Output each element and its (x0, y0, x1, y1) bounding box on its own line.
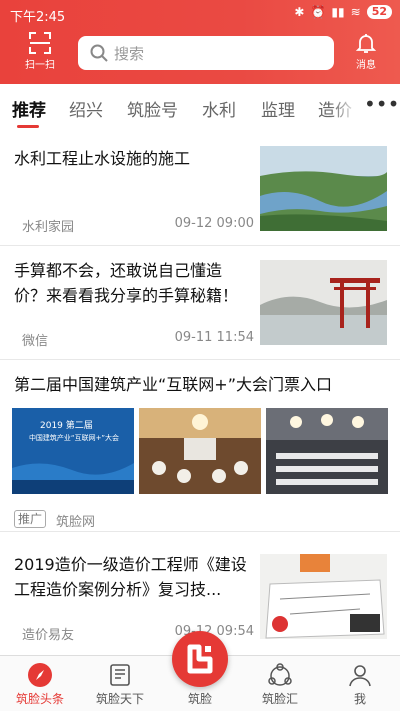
news-feed: 水利工程止水设施的施工 水利家园 09-12 09:00 手算都不会，还敢说自己… (0, 132, 400, 655)
item-source: 筑脸网 (56, 515, 96, 530)
promo-image-hall-1 (139, 408, 261, 494)
nav-profile[interactable]: 我 (320, 662, 400, 707)
list-item[interactable]: 第二届中国建筑产业“互联网+”大会门票入口 2019 第二届 中国建筑产业“互联… (0, 360, 400, 532)
list-item[interactable]: 水利工程止水设施的施工 水利家园 09-12 09:00 (0, 132, 400, 246)
scan-button[interactable]: 扫一扫 (18, 32, 62, 71)
category-tabs: 推荐 绍兴 筑脸号 水利 监理 造价 ••• (0, 84, 400, 130)
more-tabs-icon[interactable]: ••• (364, 94, 399, 120)
bluetooth-icon: ✱ (294, 5, 305, 19)
promo-image-poster: 2019 第二届 中国建筑产业“互联网+”大会 (12, 408, 134, 494)
center-action-button[interactable] (172, 631, 228, 687)
tab-zhulian-account[interactable]: 筑脸号 (127, 96, 178, 121)
active-tab-indicator (17, 125, 39, 128)
message-label: 消息 (356, 60, 376, 71)
alarm-icon: ⏰ (310, 5, 326, 19)
list-item[interactable]: 手算都不会，还敢说自己懂造价？来看看我分享的手算秘籍！ 微信 09-11 11:… (0, 246, 400, 360)
search-placeholder: 搜索 (114, 44, 145, 63)
status-icons: ✱ ⏰ ▮▮ ≋ 52 (294, 5, 392, 19)
wifi-icon: ≋ (350, 5, 361, 19)
tab-fade (330, 84, 360, 130)
bell-icon (355, 34, 377, 53)
top-header: 下午2:45 ✱ ⏰ ▮▮ ≋ 52 扫一扫 搜索 消息 (0, 0, 400, 84)
nav-label: 我 (353, 692, 366, 706)
item-source: 水利家园 (22, 220, 75, 235)
banquet-hall-image (139, 408, 261, 494)
tab-supervision[interactable]: 监理 (261, 96, 295, 121)
search-icon (90, 44, 108, 62)
news-icon (110, 664, 130, 686)
nav-hub[interactable]: 筑脸汇 (240, 662, 320, 707)
item-thumbnail (260, 146, 387, 231)
battery-indicator: 52 (366, 5, 392, 19)
tab-water[interactable]: 水利 (202, 96, 236, 121)
nav-label: 筑脸头条 (15, 692, 64, 706)
tab-shaoxing[interactable]: 绍兴 (69, 96, 103, 121)
nav-world[interactable]: 筑脸天下 (80, 662, 160, 707)
nav-label: 筑脸汇 (261, 692, 298, 706)
nav-center-label: 筑脸 (187, 692, 212, 706)
conference-hall-image (266, 408, 388, 494)
search-input[interactable]: 搜索 (78, 36, 334, 70)
torii-gate-image (260, 260, 387, 345)
promo-badge: 推广 (14, 510, 47, 528)
promo-image-hall-2 (266, 408, 388, 494)
item-source: 微信 (22, 334, 49, 349)
poster-title: 2019 第二届 (40, 421, 93, 431)
item-title: 2019造价一级造价工程师《建设工程造价案例分析》复习技... (14, 555, 247, 599)
scan-label: 扫一扫 (25, 60, 55, 71)
item-date: 09-12 09:00 (174, 216, 254, 231)
nav-headlines[interactable]: 筑脸头条 (0, 662, 80, 707)
message-button[interactable]: 消息 (346, 32, 386, 71)
logo-icon (187, 644, 213, 674)
network-icon (268, 663, 292, 686)
scan-icon (29, 32, 51, 54)
item-date: 09-11 11:54 (174, 330, 254, 345)
river-landscape-image (260, 146, 387, 231)
drafting-desk-image (260, 554, 387, 639)
item-title: 水利工程止水设施的施工 (14, 149, 191, 168)
tab-recommend[interactable]: 推荐 (12, 96, 46, 121)
item-title: 第二届中国建筑产业“互联网+”大会门票入口 (14, 375, 332, 394)
status-bar: 下午2:45 ✱ ⏰ ▮▮ ≋ 52 (0, 0, 400, 26)
signal-icon: ▮▮ (331, 5, 345, 19)
status-time: 下午2:45 (10, 10, 66, 25)
compass-icon (28, 663, 52, 687)
item-title: 手算都不会，还敢说自己懂造价？来看看我分享的手算秘籍！ (14, 261, 239, 305)
nav-label: 筑脸天下 (95, 692, 144, 706)
item-thumbnail (260, 554, 387, 639)
poster-subtitle: 中国建筑产业“互联网+”大会 (28, 434, 120, 442)
item-source: 造价易友 (22, 628, 75, 643)
user-icon (349, 665, 371, 687)
item-thumbnail (260, 260, 387, 345)
